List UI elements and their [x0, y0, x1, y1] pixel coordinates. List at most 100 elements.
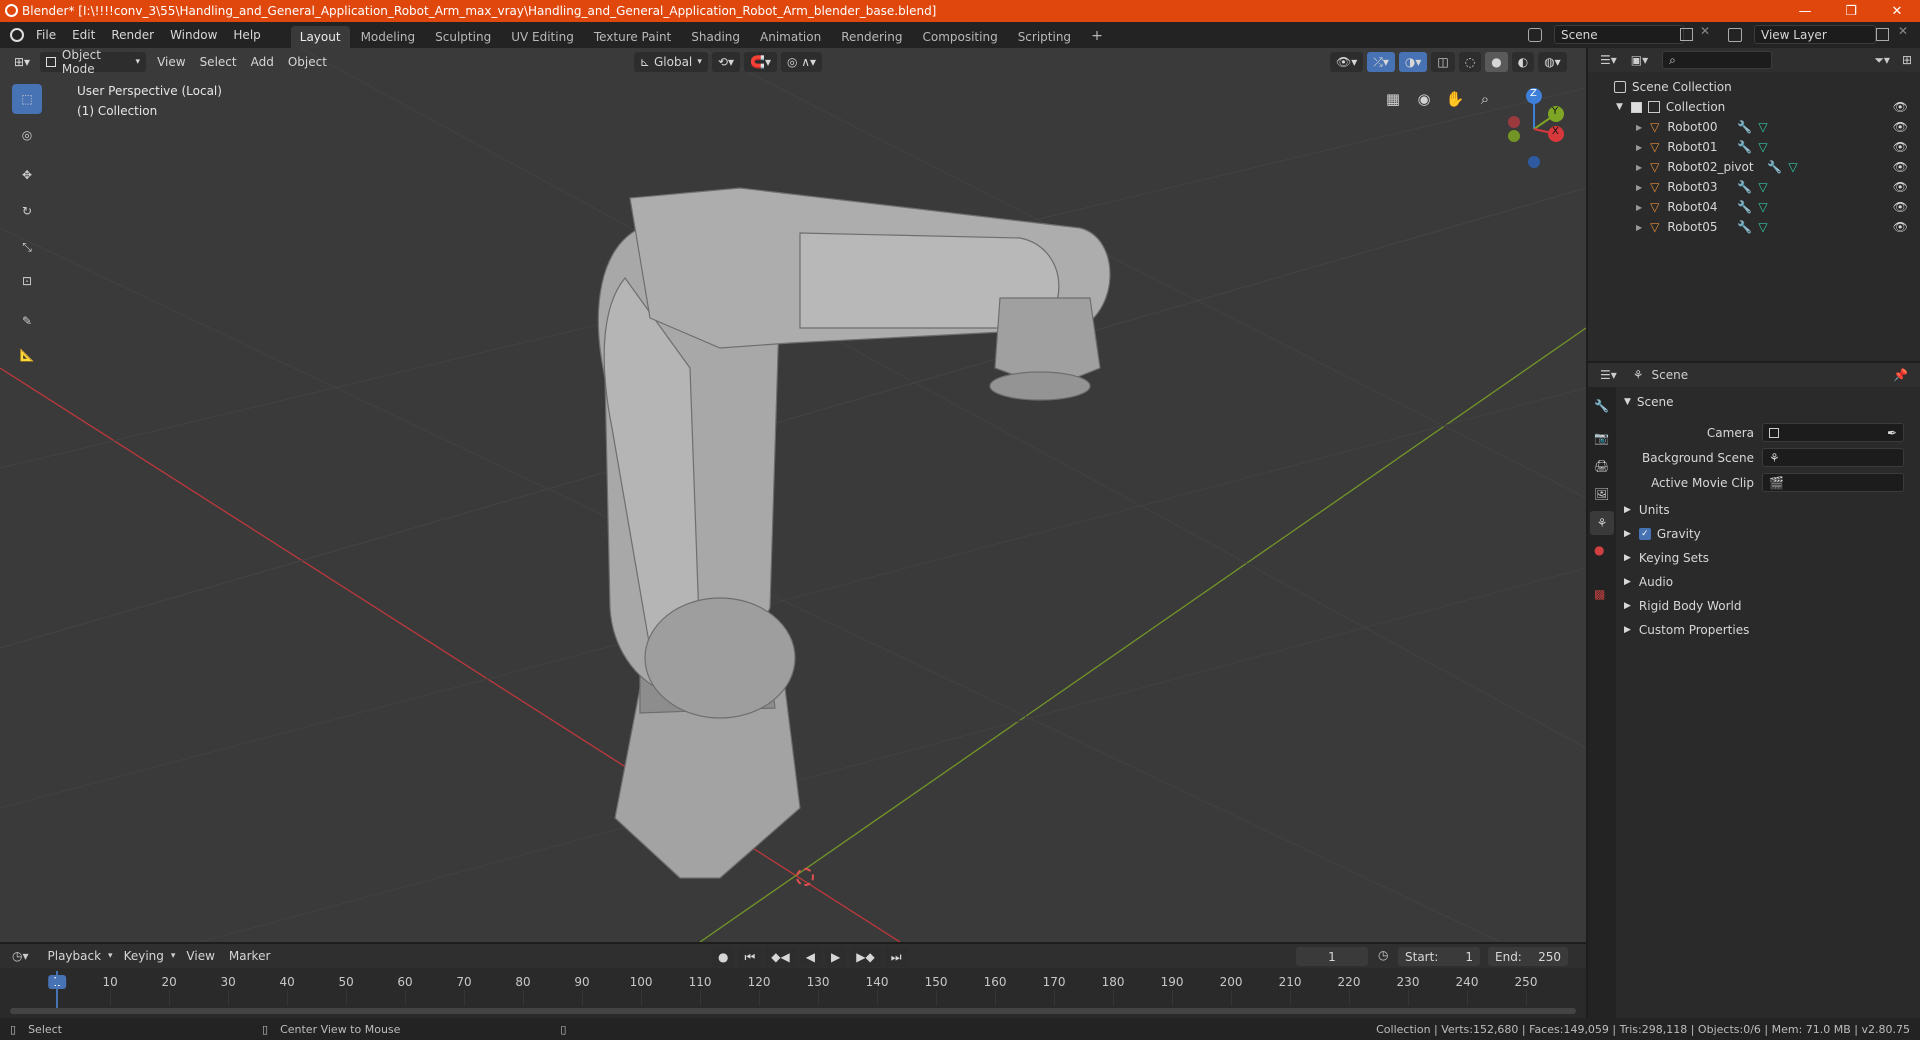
tab-modeling[interactable]: Modeling: [352, 26, 425, 48]
tab-rendering[interactable]: Rendering: [832, 26, 911, 48]
menu-select[interactable]: Select: [193, 55, 244, 69]
mode-selector[interactable]: Object Mode ▾: [40, 48, 147, 76]
scene-tab-icon[interactable]: ⚘: [1590, 511, 1614, 535]
cursor-tool-icon[interactable]: ◎: [12, 120, 42, 150]
camera-field[interactable]: ✒: [1762, 423, 1904, 442]
toggle-ortho-icon[interactable]: ▦: [1380, 86, 1406, 112]
pivot-point-icon[interactable]: ⟲▾: [711, 52, 740, 72]
gravity-section[interactable]: ▶ ✓ Gravity: [1624, 527, 1701, 541]
tab-shading[interactable]: Shading: [682, 26, 749, 48]
delete-scene-icon[interactable]: ✕: [1700, 24, 1710, 38]
pan-hand-icon[interactable]: ✋: [1442, 86, 1468, 112]
overlay-toggle-icon[interactable]: ◑▾: [1398, 52, 1428, 72]
rotate-tool-icon[interactable]: ↻: [12, 196, 42, 226]
wireframe-shading-icon[interactable]: ◌: [1458, 52, 1482, 72]
delete-view-layer-icon[interactable]: ✕: [1898, 24, 1908, 38]
eye-icon[interactable]: 👁: [1893, 200, 1908, 214]
expand-arrow-icon[interactable]: ▶: [1636, 223, 1642, 232]
select-box-tool-icon[interactable]: ⬚: [12, 84, 42, 114]
modifier-icon[interactable]: 🔧: [1737, 180, 1752, 194]
eye-icon[interactable]: 👁: [1893, 160, 1908, 174]
view-layer-tab-icon[interactable]: 🖼: [1594, 487, 1609, 501]
view-layer-icon[interactable]: [1728, 28, 1742, 42]
menu-edit[interactable]: Edit: [64, 28, 103, 42]
modifier-icon[interactable]: 🔧: [1737, 200, 1752, 214]
navigation-gizmo[interactable]: Z Y X: [1496, 84, 1586, 174]
scale-tool-icon[interactable]: ⤡: [12, 232, 42, 262]
annotate-tool-icon[interactable]: ✎: [12, 306, 42, 336]
gravity-checkbox[interactable]: ✓: [1638, 528, 1651, 540]
editor-type-icon[interactable]: ⊞▾: [8, 52, 36, 72]
expand-arrow-icon[interactable]: ▶: [1636, 143, 1642, 152]
move-tool-icon[interactable]: ✥: [12, 160, 42, 190]
xray-icon[interactable]: ◫: [1431, 52, 1455, 72]
active-movie-clip-field[interactable]: 🎬: [1762, 473, 1904, 492]
editor-type-icon[interactable]: ☰▾: [1600, 368, 1617, 382]
close-button[interactable]: ✕: [1874, 0, 1920, 22]
add-workspace-button[interactable]: +: [1082, 24, 1112, 48]
material-shading-icon[interactable]: ◐: [1511, 52, 1535, 72]
menu-view[interactable]: View: [150, 55, 192, 69]
render-tab-icon[interactable]: 📷: [1594, 431, 1609, 445]
solid-shading-icon[interactable]: ●: [1485, 52, 1508, 72]
camera-view-icon[interactable]: ◉: [1411, 86, 1437, 112]
minimize-button[interactable]: —: [1782, 0, 1828, 22]
editor-type-icon[interactable]: ☰▾: [1600, 53, 1617, 67]
units-section[interactable]: ▶ Units: [1624, 503, 1670, 517]
tab-scripting[interactable]: Scripting: [1009, 26, 1080, 48]
mesh-data-icon[interactable]: ▽: [1758, 140, 1767, 154]
outliner-collection[interactable]: ▼ Collection 👁: [1588, 97, 1920, 117]
mesh-data-icon[interactable]: ▽: [1758, 200, 1767, 214]
3d-cursor-icon[interactable]: [796, 868, 814, 886]
outliner-object-row[interactable]: ▶ ▽ Robot03 🔧 ▽ 👁: [1588, 177, 1920, 197]
mesh-data-icon[interactable]: ▽: [1788, 160, 1797, 174]
audio-section[interactable]: ▶ Audio: [1624, 575, 1673, 589]
tab-texture-paint[interactable]: Texture Paint: [585, 26, 680, 48]
mesh-data-icon[interactable]: ▽: [1758, 180, 1767, 194]
filter-icon[interactable]: ⏷▾: [1874, 53, 1890, 68]
scene-panel-header[interactable]: ▼ Scene: [1624, 395, 1674, 409]
expand-arrow-icon[interactable]: ▶: [1636, 123, 1642, 132]
modifier-icon[interactable]: 🔧: [1737, 120, 1752, 134]
outliner-object-row[interactable]: ▶ ▽ Robot04 🔧 ▽ 👁: [1588, 197, 1920, 217]
modifier-icon[interactable]: 🔧: [1767, 160, 1782, 174]
rigid-body-world-section[interactable]: ▶ Rigid Body World: [1624, 599, 1741, 613]
robot-arm-model[interactable]: [0, 48, 1586, 942]
eye-icon[interactable]: 👁: [1893, 100, 1908, 114]
measure-tool-icon[interactable]: 📐: [12, 340, 42, 370]
expand-arrow-icon[interactable]: ▶: [1636, 183, 1642, 192]
modifier-icon[interactable]: 🔧: [1737, 140, 1752, 154]
outliner-object-row[interactable]: ▶ ▽ Robot01 🔧 ▽ 👁: [1588, 137, 1920, 157]
orientation-selector[interactable]: ⊾ Global ▾: [633, 52, 708, 72]
display-mode-icon[interactable]: ▣▾: [1631, 53, 1648, 67]
world-tab-icon[interactable]: ●: [1594, 543, 1604, 557]
expand-arrow-icon[interactable]: ▼: [1616, 102, 1623, 112]
proportional-edit-icon[interactable]: ◎ ∧▾: [780, 52, 823, 72]
tool-tab-icon[interactable]: 🔧: [1594, 399, 1609, 413]
gizmo-toggle-icon[interactable]: ⤮▾: [1367, 52, 1395, 72]
outliner-object-row[interactable]: ▶ ▽ Robot00 🔧 ▽ 👁: [1588, 117, 1920, 137]
scene-icon[interactable]: [1528, 28, 1542, 42]
outliner-object-row[interactable]: ▶ ▽ Robot05 🔧 ▽ 👁: [1588, 217, 1920, 237]
outliner-object-row[interactable]: ▶ ▽ Robot02_pivot 🔧 ▽ 👁: [1588, 157, 1920, 177]
eye-icon[interactable]: 👁: [1893, 140, 1908, 154]
expand-arrow-icon[interactable]: ▶: [1636, 163, 1642, 172]
new-collection-icon[interactable]: ⊞: [1902, 53, 1912, 67]
menu-add[interactable]: Add: [244, 55, 281, 69]
collection-checkbox[interactable]: [1630, 101, 1642, 113]
expand-arrow-icon[interactable]: ▶: [1636, 203, 1642, 212]
rendered-shading-icon[interactable]: ◍▾: [1538, 52, 1567, 72]
snap-icon[interactable]: 🧲▾: [744, 52, 777, 72]
new-scene-icon[interactable]: [1680, 28, 1693, 41]
frame-ruler[interactable]: 1102030405060708090100110120130140150160…: [0, 944, 1586, 1018]
scene-selector[interactable]: Scene: [1554, 25, 1684, 44]
modifier-icon[interactable]: 🔧: [1737, 220, 1752, 234]
playhead-line[interactable]: [56, 971, 58, 1011]
timeline-scrollbar[interactable]: [10, 1008, 1576, 1014]
eye-icon[interactable]: 👁: [1893, 180, 1908, 194]
custom-properties-section[interactable]: ▶ Custom Properties: [1624, 623, 1749, 637]
menu-help[interactable]: Help: [225, 28, 268, 42]
outliner-scene-collection[interactable]: Scene Collection: [1588, 77, 1920, 97]
view-layer-selector[interactable]: View Layer: [1754, 25, 1876, 44]
eyedropper-icon[interactable]: ✒: [1887, 426, 1897, 440]
